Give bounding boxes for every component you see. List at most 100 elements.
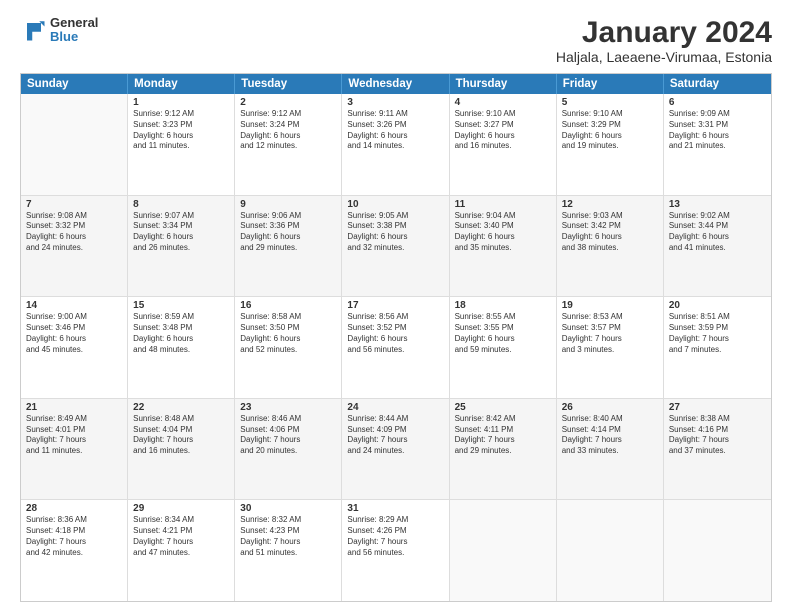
day-number: 28 [26, 503, 122, 514]
day-number: 13 [669, 199, 766, 210]
day-cell-29: 29Sunrise: 8:34 AM Sunset: 4:21 PM Dayli… [128, 500, 235, 601]
logo-blue-text: Blue [50, 30, 98, 44]
day-number: 6 [669, 97, 766, 108]
empty-cell [664, 500, 771, 601]
day-cell-24: 24Sunrise: 8:44 AM Sunset: 4:09 PM Dayli… [342, 399, 449, 500]
day-number: 22 [133, 402, 229, 413]
day-cell-8: 8Sunrise: 9:07 AM Sunset: 3:34 PM Daylig… [128, 196, 235, 297]
day-info: Sunrise: 8:40 AM Sunset: 4:14 PM Dayligh… [562, 414, 658, 457]
day-number: 26 [562, 402, 658, 413]
day-cell-25: 25Sunrise: 8:42 AM Sunset: 4:11 PM Dayli… [450, 399, 557, 500]
header-day-monday: Monday [128, 74, 235, 94]
day-number: 2 [240, 97, 336, 108]
day-number: 27 [669, 402, 766, 413]
day-number: 9 [240, 199, 336, 210]
day-cell-31: 31Sunrise: 8:29 AM Sunset: 4:26 PM Dayli… [342, 500, 449, 601]
day-info: Sunrise: 9:09 AM Sunset: 3:31 PM Dayligh… [669, 109, 766, 152]
day-info: Sunrise: 9:12 AM Sunset: 3:24 PM Dayligh… [240, 109, 336, 152]
day-info: Sunrise: 9:05 AM Sunset: 3:38 PM Dayligh… [347, 211, 443, 254]
day-cell-12: 12Sunrise: 9:03 AM Sunset: 3:42 PM Dayli… [557, 196, 664, 297]
day-number: 16 [240, 300, 336, 311]
title-block: January 2024 Haljala, Laeaene-Virumaa, E… [556, 16, 772, 65]
day-info: Sunrise: 9:03 AM Sunset: 3:42 PM Dayligh… [562, 211, 658, 254]
day-cell-20: 20Sunrise: 8:51 AM Sunset: 3:59 PM Dayli… [664, 297, 771, 398]
day-number: 10 [347, 199, 443, 210]
header-day-tuesday: Tuesday [235, 74, 342, 94]
day-number: 15 [133, 300, 229, 311]
day-number: 1 [133, 97, 229, 108]
calendar-row: 1Sunrise: 9:12 AM Sunset: 3:23 PM Daylig… [21, 94, 771, 196]
day-number: 8 [133, 199, 229, 210]
day-cell-1: 1Sunrise: 9:12 AM Sunset: 3:23 PM Daylig… [128, 94, 235, 195]
day-cell-21: 21Sunrise: 8:49 AM Sunset: 4:01 PM Dayli… [21, 399, 128, 500]
day-cell-4: 4Sunrise: 9:10 AM Sunset: 3:27 PM Daylig… [450, 94, 557, 195]
day-info: Sunrise: 8:55 AM Sunset: 3:55 PM Dayligh… [455, 312, 551, 355]
day-cell-7: 7Sunrise: 9:08 AM Sunset: 3:32 PM Daylig… [21, 196, 128, 297]
day-info: Sunrise: 8:58 AM Sunset: 3:50 PM Dayligh… [240, 312, 336, 355]
day-info: Sunrise: 9:08 AM Sunset: 3:32 PM Dayligh… [26, 211, 122, 254]
empty-cell [450, 500, 557, 601]
day-cell-11: 11Sunrise: 9:04 AM Sunset: 3:40 PM Dayli… [450, 196, 557, 297]
day-info: Sunrise: 8:44 AM Sunset: 4:09 PM Dayligh… [347, 414, 443, 457]
day-cell-16: 16Sunrise: 8:58 AM Sunset: 3:50 PM Dayli… [235, 297, 342, 398]
header-day-saturday: Saturday [664, 74, 771, 94]
day-info: Sunrise: 9:00 AM Sunset: 3:46 PM Dayligh… [26, 312, 122, 355]
day-info: Sunrise: 8:59 AM Sunset: 3:48 PM Dayligh… [133, 312, 229, 355]
day-cell-19: 19Sunrise: 8:53 AM Sunset: 3:57 PM Dayli… [557, 297, 664, 398]
day-cell-27: 27Sunrise: 8:38 AM Sunset: 4:16 PM Dayli… [664, 399, 771, 500]
calendar-row: 28Sunrise: 8:36 AM Sunset: 4:18 PM Dayli… [21, 500, 771, 601]
calendar-header: SundayMondayTuesdayWednesdayThursdayFrid… [21, 74, 771, 94]
day-number: 17 [347, 300, 443, 311]
day-number: 11 [455, 199, 551, 210]
day-cell-6: 6Sunrise: 9:09 AM Sunset: 3:31 PM Daylig… [664, 94, 771, 195]
header: General Blue January 2024 Haljala, Laeae… [20, 16, 772, 65]
day-number: 25 [455, 402, 551, 413]
day-info: Sunrise: 8:46 AM Sunset: 4:06 PM Dayligh… [240, 414, 336, 457]
month-title: January 2024 [556, 16, 772, 49]
day-number: 24 [347, 402, 443, 413]
day-number: 31 [347, 503, 443, 514]
logo-text: General Blue [50, 16, 98, 45]
day-number: 4 [455, 97, 551, 108]
day-cell-23: 23Sunrise: 8:46 AM Sunset: 4:06 PM Dayli… [235, 399, 342, 500]
calendar-row: 21Sunrise: 8:49 AM Sunset: 4:01 PM Dayli… [21, 399, 771, 501]
day-cell-17: 17Sunrise: 8:56 AM Sunset: 3:52 PM Dayli… [342, 297, 449, 398]
day-info: Sunrise: 8:29 AM Sunset: 4:26 PM Dayligh… [347, 515, 443, 558]
day-number: 23 [240, 402, 336, 413]
day-cell-14: 14Sunrise: 9:00 AM Sunset: 3:46 PM Dayli… [21, 297, 128, 398]
day-cell-9: 9Sunrise: 9:06 AM Sunset: 3:36 PM Daylig… [235, 196, 342, 297]
day-info: Sunrise: 8:56 AM Sunset: 3:52 PM Dayligh… [347, 312, 443, 355]
day-number: 19 [562, 300, 658, 311]
day-number: 30 [240, 503, 336, 514]
day-cell-30: 30Sunrise: 8:32 AM Sunset: 4:23 PM Dayli… [235, 500, 342, 601]
day-cell-28: 28Sunrise: 8:36 AM Sunset: 4:18 PM Dayli… [21, 500, 128, 601]
calendar-body: 1Sunrise: 9:12 AM Sunset: 3:23 PM Daylig… [21, 94, 771, 601]
day-info: Sunrise: 8:32 AM Sunset: 4:23 PM Dayligh… [240, 515, 336, 558]
day-number: 18 [455, 300, 551, 311]
calendar-row: 7Sunrise: 9:08 AM Sunset: 3:32 PM Daylig… [21, 196, 771, 298]
day-cell-26: 26Sunrise: 8:40 AM Sunset: 4:14 PM Dayli… [557, 399, 664, 500]
day-info: Sunrise: 8:53 AM Sunset: 3:57 PM Dayligh… [562, 312, 658, 355]
day-info: Sunrise: 8:38 AM Sunset: 4:16 PM Dayligh… [669, 414, 766, 457]
day-number: 12 [562, 199, 658, 210]
calendar-row: 14Sunrise: 9:00 AM Sunset: 3:46 PM Dayli… [21, 297, 771, 399]
day-cell-22: 22Sunrise: 8:48 AM Sunset: 4:04 PM Dayli… [128, 399, 235, 500]
day-info: Sunrise: 8:49 AM Sunset: 4:01 PM Dayligh… [26, 414, 122, 457]
header-day-thursday: Thursday [450, 74, 557, 94]
day-number: 29 [133, 503, 229, 514]
header-day-sunday: Sunday [21, 74, 128, 94]
day-number: 21 [26, 402, 122, 413]
day-info: Sunrise: 8:51 AM Sunset: 3:59 PM Dayligh… [669, 312, 766, 355]
day-cell-5: 5Sunrise: 9:10 AM Sunset: 3:29 PM Daylig… [557, 94, 664, 195]
day-cell-13: 13Sunrise: 9:02 AM Sunset: 3:44 PM Dayli… [664, 196, 771, 297]
day-cell-15: 15Sunrise: 8:59 AM Sunset: 3:48 PM Dayli… [128, 297, 235, 398]
day-info: Sunrise: 9:12 AM Sunset: 3:23 PM Dayligh… [133, 109, 229, 152]
empty-cell [21, 94, 128, 195]
day-number: 5 [562, 97, 658, 108]
day-info: Sunrise: 9:10 AM Sunset: 3:27 PM Dayligh… [455, 109, 551, 152]
empty-cell [557, 500, 664, 601]
day-number: 7 [26, 199, 122, 210]
logo-general-text: General [50, 16, 98, 30]
day-info: Sunrise: 8:42 AM Sunset: 4:11 PM Dayligh… [455, 414, 551, 457]
day-info: Sunrise: 9:11 AM Sunset: 3:26 PM Dayligh… [347, 109, 443, 152]
